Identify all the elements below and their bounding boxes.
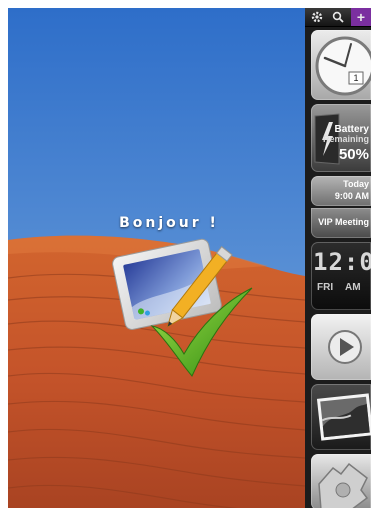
clock-gadget[interactable]: 1 — [311, 30, 371, 100]
calendar-event[interactable]: VIP Meeting — [311, 208, 371, 238]
battery-sublabel: Remaining — [322, 134, 369, 144]
digital-clock-gadget[interactable]: 12:03 FRI AM — [311, 242, 371, 310]
sidebar-toolbar: + — [305, 8, 371, 27]
media-player-gadget[interactable] — [311, 314, 371, 380]
puzzle-icon — [318, 462, 369, 508]
gadget-sidebar: + 1 Battery Remaining 50% Today 9:00 AM … — [305, 8, 371, 508]
calendar-header: Today — [343, 179, 369, 189]
photo-icon — [316, 393, 371, 441]
analog-clock-face — [315, 36, 371, 96]
calendar-time: 9:00 AM — [334, 191, 369, 201]
clock-date-badge: 1 — [353, 73, 359, 83]
battery-gadget[interactable]: Battery Remaining 50% — [311, 104, 371, 172]
desktop-screen: Bonjour ! + 1 Battery Remaining 50% Toda… — [8, 8, 371, 508]
calendar-event-title: VIP Meeting — [318, 217, 369, 227]
digital-clock-day: FRI — [317, 282, 334, 293]
add-gadget-button[interactable]: + — [351, 8, 371, 26]
search-icon[interactable] — [329, 8, 347, 26]
digital-clock-period: AM — [345, 282, 361, 293]
calendar-gadget[interactable]: Today 9:00 AM — [311, 176, 371, 206]
slideshow-gadget[interactable] — [311, 384, 371, 450]
gear-icon[interactable] — [307, 8, 327, 26]
app-logo — [112, 238, 253, 377]
digital-clock-time: 12:03 — [313, 248, 371, 276]
puzzle-gadget[interactable] — [311, 454, 371, 508]
welcome-greeting: Bonjour ! — [119, 215, 219, 231]
battery-percent: 50% — [338, 146, 369, 163]
play-icon[interactable] — [311, 314, 371, 380]
